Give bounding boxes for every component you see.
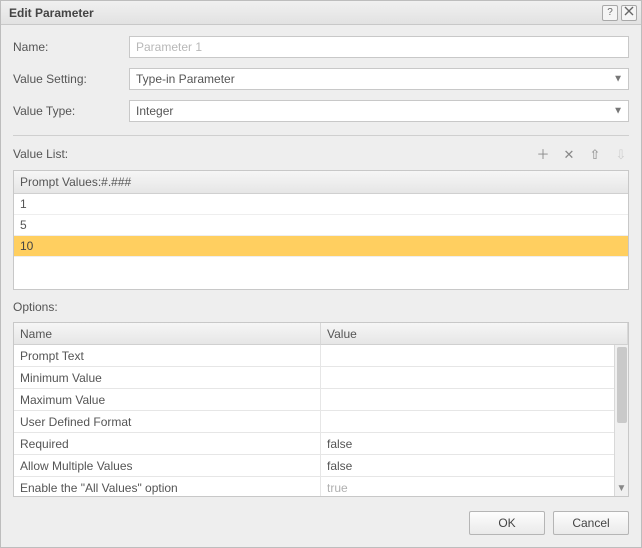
value-type-value[interactable] xyxy=(129,100,629,122)
row-name: Name: xyxy=(13,35,629,59)
option-value[interactable] xyxy=(321,367,628,389)
option-name: Allow Multiple Values xyxy=(14,455,321,477)
help-button[interactable]: ? xyxy=(602,5,618,21)
option-value[interactable] xyxy=(321,389,628,411)
option-name: Minimum Value xyxy=(14,367,321,389)
option-value[interactable]: false xyxy=(321,455,628,477)
value-list-header-row: Value List: ＋ ✕ ⇧ ⇩ xyxy=(13,146,629,162)
option-value[interactable]: false xyxy=(321,433,628,455)
name-label: Name: xyxy=(13,40,123,54)
value-setting-label: Value Setting: xyxy=(13,72,123,86)
value-list-empty-area xyxy=(14,257,628,289)
close-button[interactable] xyxy=(621,5,637,21)
value-list-column-header: Prompt Values:#.### xyxy=(14,171,628,194)
dialog-title: Edit Parameter xyxy=(9,6,602,20)
value-list-row[interactable]: 1 xyxy=(14,194,628,215)
option-name: Maximum Value xyxy=(14,389,321,411)
titlebar: Edit Parameter ? xyxy=(1,1,641,25)
cancel-button[interactable]: Cancel xyxy=(553,511,629,535)
value-list-row[interactable]: 10 xyxy=(14,236,628,257)
close-icon xyxy=(624,6,634,16)
row-value-setting: Value Setting: ▼ xyxy=(13,67,629,91)
titlebar-buttons: ? xyxy=(602,5,637,21)
option-name: User Defined Format xyxy=(14,411,321,433)
dialog-footer: OK Cancel xyxy=(13,505,629,535)
options-table: Name Value Prompt Text Minimum Value Max… xyxy=(13,322,629,497)
move-down-icon: ⇩ xyxy=(613,146,629,162)
ok-button[interactable]: OK xyxy=(469,511,545,535)
options-header-name: Name xyxy=(14,323,321,345)
name-input[interactable] xyxy=(129,36,629,58)
option-name: Prompt Text xyxy=(14,345,321,367)
value-type-select[interactable]: ▼ xyxy=(129,100,629,122)
option-name: Required xyxy=(14,433,321,455)
remove-icon[interactable]: ✕ xyxy=(561,146,577,162)
separator xyxy=(13,135,629,136)
scrollbar-thumb[interactable] xyxy=(617,347,627,423)
option-name: Enable the "All Values" option xyxy=(14,477,321,497)
move-up-icon[interactable]: ⇧ xyxy=(587,146,603,162)
options-header-value: Value xyxy=(321,323,628,345)
value-list-toolbar: ＋ ✕ ⇧ ⇩ xyxy=(535,146,629,162)
value-setting-select[interactable]: ▼ xyxy=(129,68,629,90)
option-value[interactable] xyxy=(321,345,628,367)
value-setting-value[interactable] xyxy=(129,68,629,90)
option-value: true xyxy=(321,477,628,497)
row-value-type: Value Type: ▼ xyxy=(13,99,629,123)
value-list: Prompt Values:#.### 1 5 10 xyxy=(13,170,629,290)
value-type-label: Value Type: xyxy=(13,104,123,118)
chevron-down-icon[interactable]: ▼ xyxy=(615,480,628,496)
value-list-row[interactable]: 5 xyxy=(14,215,628,236)
dialog-content: Name: Value Setting: ▼ Value Type: ▼ Val… xyxy=(1,25,641,547)
options-scrollbar[interactable]: ▼ xyxy=(614,345,628,496)
option-value[interactable] xyxy=(321,411,628,433)
value-list-label: Value List: xyxy=(13,147,535,161)
add-icon[interactable]: ＋ xyxy=(535,146,551,162)
options-label: Options: xyxy=(13,300,629,314)
